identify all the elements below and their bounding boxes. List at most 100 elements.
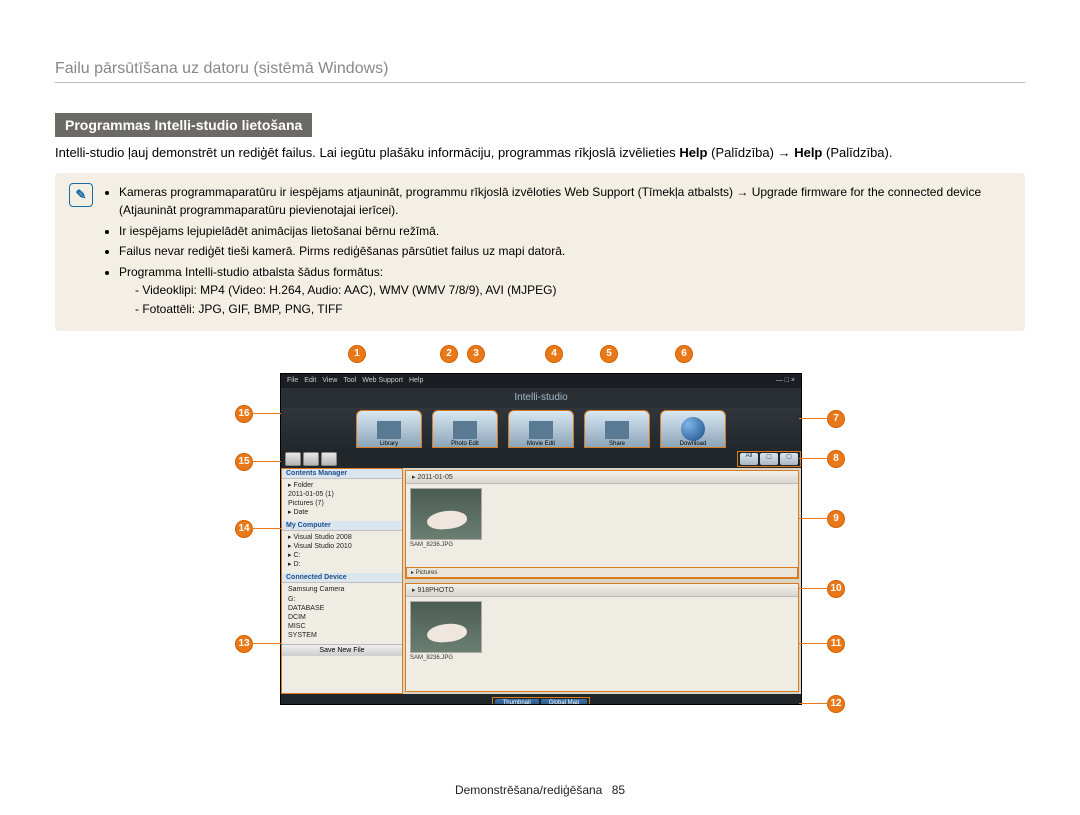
- toolbar-share[interactable]: Share: [584, 410, 650, 448]
- tree-item[interactable]: 2011-01-05 (1): [288, 490, 398, 499]
- tree-item[interactable]: ▸ Folder: [288, 481, 398, 490]
- intro-bold-help1: Help: [679, 145, 707, 160]
- nav-refresh-button[interactable]: [321, 452, 337, 466]
- note-item: Kameras programmaparatūru ir iespējams a…: [119, 183, 1011, 220]
- callout-10: 10: [827, 580, 845, 598]
- pane-lower: ▸ 918PHOTO SAM_8236.JPG: [405, 583, 799, 692]
- toolbar-library[interactable]: Library: [356, 410, 422, 448]
- menu-item[interactable]: Help: [409, 377, 423, 384]
- callout-6: 6: [675, 345, 693, 363]
- callout-7: 7: [827, 410, 845, 428]
- view-thumbnail[interactable]: Thumbnail: [495, 699, 539, 705]
- pane-subheader: ▸ Pictures: [406, 567, 798, 578]
- bottom-bar: Thumbnail Global Map: [281, 694, 801, 705]
- callout-16: 16: [235, 405, 253, 423]
- footer-page-number: 85: [612, 783, 625, 797]
- pane-header: ▸ 2011-01-05: [406, 471, 798, 484]
- note-item-text: Programma Intelli-studio atbalsta šādus …: [119, 265, 383, 279]
- save-new-file-button[interactable]: Save New File: [282, 644, 402, 656]
- toolbar-label: Download: [680, 441, 707, 447]
- tree-item[interactable]: SYSTEM: [288, 631, 398, 640]
- sidebar-head-device: Connected Device: [282, 573, 402, 583]
- note-list: Kameras programmaparatūru ir iespējams a…: [105, 183, 1011, 321]
- callout-5: 5: [600, 345, 618, 363]
- tree-item[interactable]: G:: [288, 595, 398, 604]
- callout-13: 13: [235, 635, 253, 653]
- intro-text: Intelli-studio ļauj demonstrēt un rediģē…: [55, 143, 1025, 163]
- tree-item[interactable]: Samsung Camera: [288, 585, 398, 594]
- filter-all[interactable]: All: [740, 453, 758, 465]
- callout-3: 3: [467, 345, 485, 363]
- callout-1: 1: [348, 345, 366, 363]
- menu-item[interactable]: Tool: [343, 377, 356, 384]
- content-panes: ▸ 2011-01-05 SAM_8236.JPG ▸ Pictures ▸ 9…: [403, 468, 801, 694]
- note-item: Failus nevar rediģēt tieši kamerā. Pirms…: [119, 242, 1011, 261]
- toolbar-label: Share: [609, 441, 625, 447]
- menu-item[interactable]: File: [287, 377, 298, 384]
- footer-label: Demonstrēšana/rediģēšana: [455, 783, 602, 797]
- pane-body: SAM_8236.JPG: [406, 597, 798, 691]
- pane-header: ▸ 918PHOTO: [406, 584, 798, 597]
- menubar[interactable]: File Edit View Tool Web Support Help — □…: [281, 374, 801, 388]
- tree-item[interactable]: DATABASE: [288, 604, 398, 613]
- callout-9: 9: [827, 510, 845, 528]
- sidebar: Contents Manager ▸ Folder 2011-01-05 (1)…: [281, 468, 403, 694]
- tree-item[interactable]: ▸ C:: [288, 551, 398, 560]
- intro-part1b: (Palīdzība) →: [711, 145, 794, 160]
- filter-row: All ▢ ▢: [281, 450, 801, 468]
- section-title: Programmas Intelli-studio lietošana: [55, 113, 312, 137]
- thumbnail-caption: SAM_8236.JPG: [410, 540, 480, 548]
- intro-bold-help2: Help: [794, 145, 822, 160]
- menu-item[interactable]: Edit: [304, 377, 316, 384]
- thumbnail[interactable]: SAM_8236.JPG: [410, 488, 480, 563]
- callout-15: 15: [235, 453, 253, 471]
- page-title: Failu pārsūtīšana uz datoru (sistēmā Win…: [55, 60, 1025, 83]
- sidebar-head-contents: Contents Manager: [282, 469, 402, 479]
- pane-body: SAM_8236.JPG: [406, 484, 798, 567]
- intro-part1c: (Palīdzība).: [826, 145, 892, 160]
- callout-12: 12: [827, 695, 845, 713]
- menu-item[interactable]: View: [322, 377, 337, 384]
- intro-part1: Intelli-studio ļauj demonstrēt un rediģē…: [55, 145, 679, 160]
- filter-video[interactable]: ▢: [780, 453, 798, 465]
- callout-14: 14: [235, 520, 253, 538]
- sidebar-device-body[interactable]: Samsung Camera G: DATABASE DCIM MISC SYS…: [282, 583, 402, 644]
- view-global-map[interactable]: Global Map: [541, 699, 588, 705]
- sidebar-mycomputer-body[interactable]: ▸ Visual Studio 2008 ▸ Visual Studio 201…: [282, 531, 402, 573]
- tree-item[interactable]: Pictures (7): [288, 499, 398, 508]
- toolbar-label: Movie Edit: [527, 441, 555, 447]
- sidebar-contents-body[interactable]: ▸ Folder 2011-01-05 (1) Pictures (7) ▸ D…: [282, 479, 402, 521]
- pane-upper: ▸ 2011-01-05 SAM_8236.JPG ▸ Pictures: [405, 470, 799, 579]
- note-subitem: Videoklipi: MP4 (Video: H.264, Audio: AA…: [135, 281, 1011, 300]
- screenshot-figure: File Edit View Tool Web Support Help — □…: [235, 345, 845, 715]
- toolbar-movie-edit[interactable]: Movie Edit: [508, 410, 574, 448]
- menu-item[interactable]: Web Support: [362, 377, 403, 384]
- thumbnail-image: [410, 601, 482, 653]
- tree-item[interactable]: MISC: [288, 622, 398, 631]
- note-item: Ir iespējams lejupielādēt animācijas lie…: [119, 222, 1011, 241]
- filter-photo[interactable]: ▢: [760, 453, 778, 465]
- nav-back-button[interactable]: [285, 452, 301, 466]
- tree-item[interactable]: ▸ Date: [288, 508, 398, 517]
- tree-item[interactable]: ▸ D:: [288, 560, 398, 569]
- note-box: ✎ Kameras programmaparatūru ir iespējams…: [55, 173, 1025, 331]
- callout-11: 11: [827, 635, 845, 653]
- toolbar-download[interactable]: Download: [660, 410, 726, 448]
- thumbnail-image: [410, 488, 482, 540]
- app-window: File Edit View Tool Web Support Help — □…: [280, 373, 802, 705]
- tree-item[interactable]: ▸ Visual Studio 2010: [288, 542, 398, 551]
- note-item: Programma Intelli-studio atbalsta šādus …: [119, 263, 1011, 319]
- callout-2: 2: [440, 345, 458, 363]
- tree-item[interactable]: ▸ Visual Studio 2008: [288, 533, 398, 542]
- note-subitem: Fotoattēli: JPG, GIF, BMP, PNG, TIFF: [135, 300, 1011, 319]
- sidebar-head-mycomputer: My Computer: [282, 521, 402, 531]
- callout-8: 8: [827, 450, 845, 468]
- toolbar-label: Library: [380, 441, 398, 447]
- page-footer: Demonstrēšana/rediģēšana 85: [0, 783, 1080, 797]
- toolbar-photo-edit[interactable]: Photo Edit: [432, 410, 498, 448]
- tree-item[interactable]: DCIM: [288, 613, 398, 622]
- nav-fwd-button[interactable]: [303, 452, 319, 466]
- thumbnail[interactable]: SAM_8236.JPG: [410, 601, 480, 687]
- thumbnail-caption: SAM_8236.JPG: [410, 653, 480, 661]
- window-controls[interactable]: — □ ×: [776, 377, 795, 384]
